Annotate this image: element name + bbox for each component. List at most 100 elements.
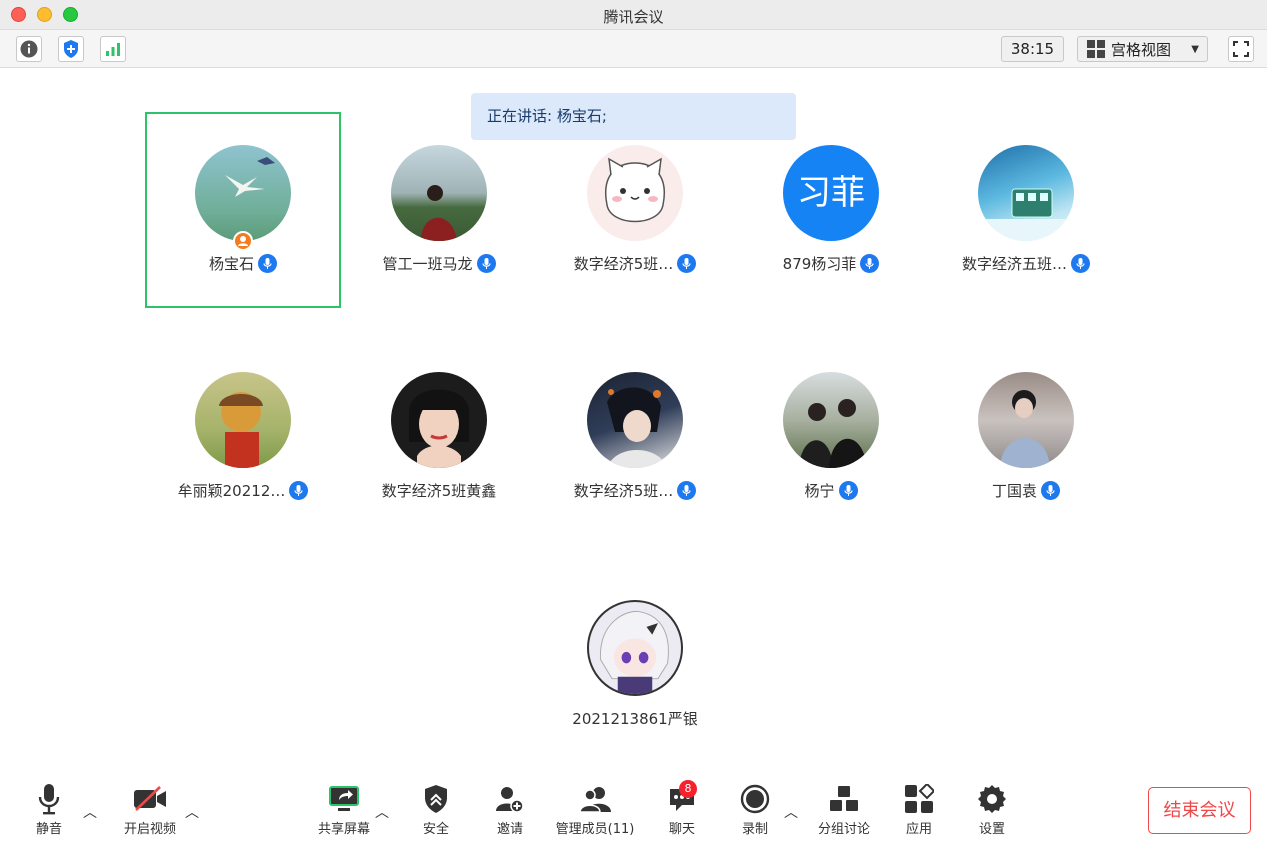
avatar: 习菲 (783, 145, 879, 241)
avatar (978, 372, 1074, 468)
participant-name-row: 杨宝石 (135, 253, 351, 274)
share-screen-icon (329, 786, 359, 811)
record-icon (740, 784, 770, 814)
signal-bars-icon (106, 43, 120, 56)
meeting-timer: 38:15 (1001, 36, 1064, 62)
participant-name: 数字经济五班… (961, 255, 1067, 273)
meeting-info-button[interactable] (16, 36, 42, 62)
shield-plus-icon (64, 40, 78, 58)
participant-name-row: 管工一班马龙 (331, 253, 547, 274)
share-options-chevron-icon[interactable]: ︿ (375, 802, 389, 822)
meeting-toolbar: 38:15 宫格视图 ▼ (0, 30, 1267, 68)
invite-label: 邀请 (496, 822, 523, 837)
record-options-chevron-icon[interactable]: ︿ (784, 802, 798, 822)
participant-name-row: 牟丽颖20212… (135, 480, 351, 501)
mic-on-icon (677, 254, 697, 273)
mute-label: 静音 (35, 822, 62, 837)
avatar-text: 习菲 (797, 173, 865, 213)
chat-button[interactable]: 8 聊天 (660, 780, 704, 837)
participant-name-row: 数字经济5班… (527, 480, 743, 501)
caret-down-icon: ▼ (1191, 44, 1199, 55)
participant-name: 丁国袁 (991, 482, 1037, 500)
shield-icon (425, 785, 447, 813)
view-mode-select[interactable]: 宫格视图 ▼ (1077, 36, 1208, 62)
participant-name-row: 879杨习菲 (723, 253, 939, 274)
participant-tile[interactable]: 数字经济5班… (537, 372, 733, 512)
speaking-indicator: 正在讲话: 杨宝石; (471, 93, 796, 140)
network-status-button[interactable] (100, 36, 126, 62)
participant-name: 杨宝石 (208, 255, 254, 273)
info-icon (20, 40, 38, 58)
share-screen-label: 共享屏幕 (317, 822, 370, 837)
apps-button[interactable]: 应用 (897, 782, 941, 837)
gear-icon (978, 785, 1006, 813)
end-meeting-button[interactable]: 结束会议 (1148, 787, 1251, 834)
avatar (783, 372, 879, 468)
host-icon (233, 231, 253, 251)
members-icon (579, 787, 611, 813)
view-mode-label: 宫格视图 (1111, 40, 1172, 59)
settings-label: 设置 (978, 822, 1005, 837)
mic-on-icon (476, 254, 496, 273)
share-screen-button[interactable]: 共享屏幕 (315, 782, 373, 837)
participant-name: 杨宁 (804, 482, 835, 500)
participant-tile[interactable]: 数字经济5班黄鑫 (341, 372, 537, 512)
grid-view-icon (1087, 40, 1105, 58)
participant-name: 数字经济5班… (573, 255, 674, 273)
participant-tile[interactable]: 杨宝石 (145, 145, 341, 285)
add-user-icon (496, 787, 524, 813)
video-off-icon (134, 786, 166, 811)
window-title: 腾讯会议 (603, 8, 664, 26)
participant-name: 数字经济5班黄鑫 (381, 482, 497, 500)
participant-name-row: 2021213861严银 (527, 708, 743, 729)
participant-tile[interactable]: 杨宁 (733, 372, 929, 512)
avatar (587, 600, 683, 696)
mic-on-icon (258, 254, 277, 273)
mic-on-icon (1071, 254, 1090, 273)
apps-icon (905, 784, 934, 813)
participant-tile[interactable]: 牟丽颖20212… (145, 372, 341, 512)
fullscreen-button[interactable] (1228, 36, 1254, 62)
mic-on-icon (860, 254, 880, 273)
chat-label: 聊天 (668, 822, 695, 837)
apps-label: 应用 (905, 822, 932, 837)
start-video-button[interactable]: 开启视频 (120, 782, 180, 837)
manage-members-button[interactable]: 管理成员(11) (555, 782, 635, 837)
participant-name-row: 丁国袁 (918, 480, 1134, 501)
participant-tile[interactable]: 数字经济五班… (928, 145, 1124, 285)
mic-on-icon (1041, 481, 1060, 500)
avatar (587, 372, 683, 468)
security-label: 安全 (422, 822, 449, 837)
fullscreen-icon (1233, 41, 1249, 57)
avatar (978, 145, 1074, 241)
audio-options-chevron-icon[interactable]: ︿ (83, 802, 97, 822)
avatar (391, 145, 487, 241)
security-status-button[interactable] (58, 36, 84, 62)
participant-name-row: 杨宁 (723, 480, 939, 501)
participant-tile[interactable]: 习菲 879杨习菲 (733, 145, 929, 285)
bottom-control-bar: 静音 ︿ 开启视频 ︿ 共享屏幕 ︿ 安全 邀请 管理成员(11) 8 聊天 录… (0, 772, 1267, 845)
record-button[interactable]: 录制 (733, 782, 777, 837)
participant-name-row: 数字经济五班… (918, 253, 1134, 274)
settings-button[interactable]: 设置 (970, 782, 1014, 837)
participant-name-row: 数字经济5班黄鑫 (331, 480, 547, 501)
participant-tile[interactable]: 数字经济5班… (537, 145, 733, 285)
invite-button[interactable]: 邀请 (488, 782, 532, 837)
avatar (195, 372, 291, 468)
security-button[interactable]: 安全 (414, 782, 458, 837)
video-options-chevron-icon[interactable]: ︿ (185, 802, 199, 822)
participant-tile[interactable]: 2021213861严银 (537, 600, 733, 740)
manage-members-label: 管理成员(11) (555, 822, 635, 837)
breakout-label: 分组讨论 (817, 822, 870, 837)
participant-name: 879杨习菲 (782, 255, 857, 273)
avatar (587, 145, 683, 241)
avatar (391, 372, 487, 468)
breakout-rooms-button[interactable]: 分组讨论 (815, 782, 873, 837)
participant-name: 数字经济5班… (573, 482, 674, 500)
participant-tile[interactable]: 丁国袁 (928, 372, 1124, 512)
title-bar: 腾讯会议 (0, 0, 1267, 30)
mute-button[interactable]: 静音 (28, 782, 70, 837)
participant-name: 牟丽颖20212… (177, 482, 286, 500)
microphone-icon (38, 784, 60, 815)
participant-tile[interactable]: 管工一班马龙 (341, 145, 537, 285)
